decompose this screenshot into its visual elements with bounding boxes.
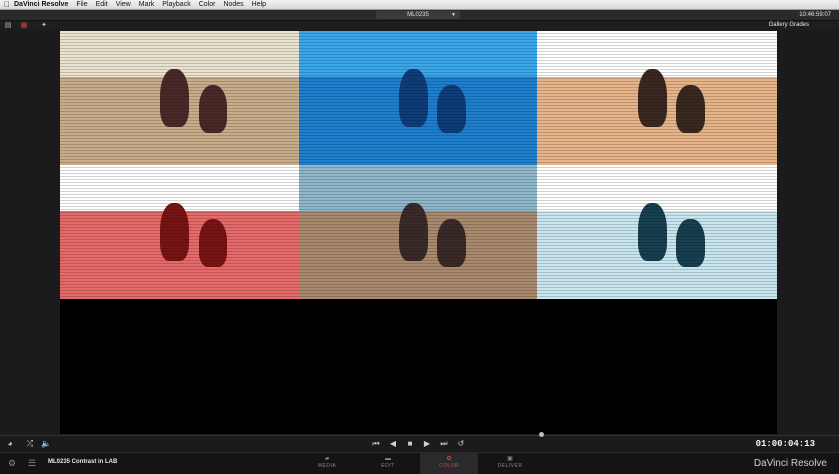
tab-media[interactable]: ▰ MEDIA [298,453,356,474]
tab-edit[interactable]: ▬ EDIT [359,453,417,474]
gallery-still[interactable] [60,165,299,299]
menu-bar:  DaVinci Resolve File Edit View Mark Pl… [0,0,839,10]
timecode: 01:00:04:13 [755,439,815,449]
apple-icon[interactable]:  [0,0,14,9]
gallery-still[interactable] [299,31,537,165]
clip-selector[interactable]: ML0235 ▼ [376,11,460,19]
viewer[interactable] [60,31,777,434]
tab-media-label: MEDIA [317,463,337,469]
menu-color[interactable]: Color [199,0,216,9]
clip-selector-label: ML0235 [407,12,429,18]
gallery-still[interactable] [537,31,777,165]
chevron-down-icon: ▼ [451,12,456,18]
gear-icon[interactable]: ⚙ [8,458,16,469]
brand-logo: DaVinci Resolve [753,458,827,469]
skip-forward-icon[interactable]: ⏭ [438,439,450,449]
loop-icon[interactable]: ↺ [455,439,467,449]
menu-view[interactable]: View [116,0,131,9]
clip-name: ML0235 Contrast in LAB [48,459,118,465]
settings-icon[interactable]: ☰ [28,458,36,469]
tab-color-label: COLOR [438,463,460,469]
grid-view-icon[interactable]: ▦ [20,22,28,29]
gallery-grid [60,31,777,299]
bottom-bar: ⚙ ☰ ML0235 Contrast in LAB ▰ MEDIA ▬ EDI… [0,452,839,474]
toolbar: ▤ ▦ ✦ Gallery Grades [0,21,839,30]
skip-back-icon[interactable]: ⏮ [370,439,382,449]
scrubber-track[interactable] [0,435,839,436]
tab-deliver[interactable]: ▣ DELIVER [481,453,539,474]
transport-bar: ◕ ⤮ 🔈 ⏮ ◀ ■ ▶ ⏭ ↺ 01:00:04:13 [0,437,839,451]
tab-edit-label: EDIT [381,463,395,469]
wand-icon[interactable]: ✦ [40,22,48,29]
tab-color[interactable]: ✿ COLOR [420,453,478,474]
menu-edit[interactable]: Edit [96,0,108,9]
stop-icon[interactable]: ■ [404,439,416,449]
play-reverse-icon[interactable]: ◀ [387,439,399,449]
menu-help[interactable]: Help [252,0,266,9]
single-view-icon[interactable]: ▤ [4,22,12,29]
title-bar: ML0235 ▼ 10:46:59:07 [0,10,839,21]
volume-icon[interactable]: 🔈 [40,439,52,449]
play-icon[interactable]: ▶ [421,439,433,449]
speed-icon[interactable]: ◕ [4,439,16,449]
menu-file[interactable]: File [76,0,87,9]
menu-mark[interactable]: Mark [139,0,155,9]
gallery-still[interactable] [60,31,299,165]
tab-deliver-label: DELIVER [497,463,523,469]
shuffle-icon[interactable]: ⤮ [24,439,36,449]
gallery-title: Gallery Grades [768,22,809,28]
menu-app-name[interactable]: DaVinci Resolve [14,0,68,9]
menu-nodes[interactable]: Nodes [223,0,243,9]
menu-playback[interactable]: Playback [162,0,190,9]
gallery-still[interactable] [299,165,537,299]
gallery-still[interactable] [537,165,777,299]
clock: 10:46:59:07 [799,12,831,18]
